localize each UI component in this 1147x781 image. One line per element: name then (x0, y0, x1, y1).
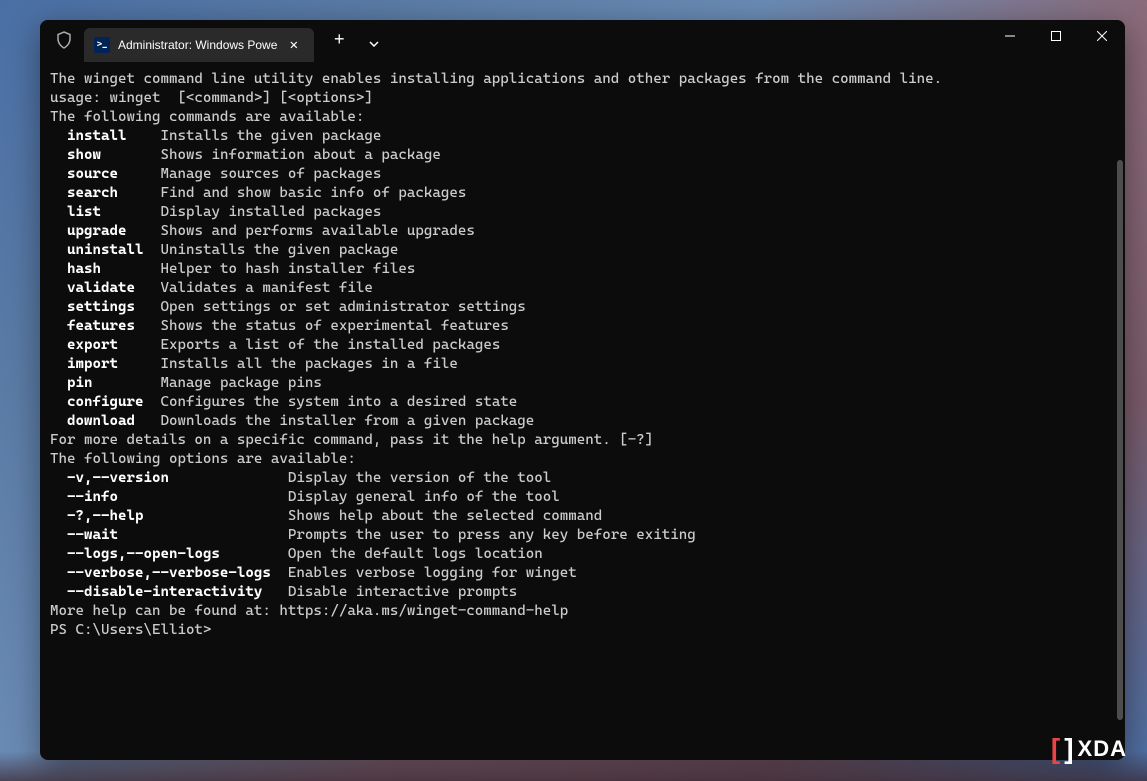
terminal-line: validate Validates a manifest file (50, 279, 1115, 298)
terminal-line: upgrade Shows and performs available upg… (50, 222, 1115, 241)
terminal-window: >_ Administrator: Windows Powe ✕ + The w… (40, 20, 1125, 760)
terminal-line: install Installs the given package (50, 127, 1115, 146)
terminal-line: list Display installed packages (50, 203, 1115, 222)
terminal-line: download Downloads the installer from a … (50, 412, 1115, 431)
terminal-line: For more details on a specific command, … (50, 431, 1115, 450)
terminal-line: pin Manage package pins (50, 374, 1115, 393)
terminal-line: --disable-interactivity Disable interact… (50, 583, 1115, 602)
window-controls (987, 20, 1125, 62)
terminal-line: --info Display general info of the tool (50, 488, 1115, 507)
tab-title: Administrator: Windows Powe (118, 38, 284, 52)
terminal-line: usage: winget [<command>] [<options>] (50, 89, 1115, 108)
maximize-button[interactable] (1033, 20, 1079, 52)
terminal-line: export Exports a list of the installed p… (50, 336, 1115, 355)
terminal-line: The following commands are available: (50, 108, 1115, 127)
terminal-output[interactable]: The winget command line utility enables … (40, 62, 1125, 760)
new-tab-button[interactable]: + (320, 21, 359, 58)
powershell-icon: >_ (94, 37, 110, 53)
terminal-line: source Manage sources of packages (50, 165, 1115, 184)
terminal-line: PS C:\Users\Elliot> (50, 621, 1115, 640)
terminal-line: hash Helper to hash installer files (50, 260, 1115, 279)
active-tab[interactable]: >_ Administrator: Windows Powe ✕ (84, 28, 314, 62)
terminal-line: show Shows information about a package (50, 146, 1115, 165)
admin-shield-icon (52, 28, 76, 52)
tab-dropdown-button[interactable] (359, 31, 389, 58)
terminal-line: configure Configures the system into a d… (50, 393, 1115, 412)
xda-watermark: [ ] XDA (1051, 733, 1127, 765)
scrollbar[interactable] (1117, 160, 1123, 720)
terminal-line: The following options are available: (50, 450, 1115, 469)
terminal-line: --logs,--open-logs Open the default logs… (50, 545, 1115, 564)
minimize-button[interactable] (987, 20, 1033, 52)
terminal-line: -?,--help Shows help about the selected … (50, 507, 1115, 526)
terminal-line: -v,--version Display the version of the … (50, 469, 1115, 488)
close-button[interactable] (1079, 20, 1125, 52)
terminal-line: settings Open settings or set administra… (50, 298, 1115, 317)
terminal-line: More help can be found at: https://aka.m… (50, 602, 1115, 621)
terminal-line: The winget command line utility enables … (50, 70, 1115, 89)
terminal-line: features Shows the status of experimenta… (50, 317, 1115, 336)
titlebar: >_ Administrator: Windows Powe ✕ + (40, 20, 1125, 62)
terminal-line: --wait Prompts the user to press any key… (50, 526, 1115, 545)
bracket-icon: [ (1051, 733, 1060, 765)
terminal-line: import Installs all the packages in a fi… (50, 355, 1115, 374)
terminal-line: search Find and show basic info of packa… (50, 184, 1115, 203)
terminal-line: uninstall Uninstalls the given package (50, 241, 1115, 260)
tab-close-button[interactable]: ✕ (284, 35, 304, 55)
terminal-line: --verbose,--verbose-logs Enables verbose… (50, 564, 1115, 583)
bracket-icon: ] (1064, 733, 1073, 765)
xda-logo-text: XDA (1078, 736, 1127, 762)
